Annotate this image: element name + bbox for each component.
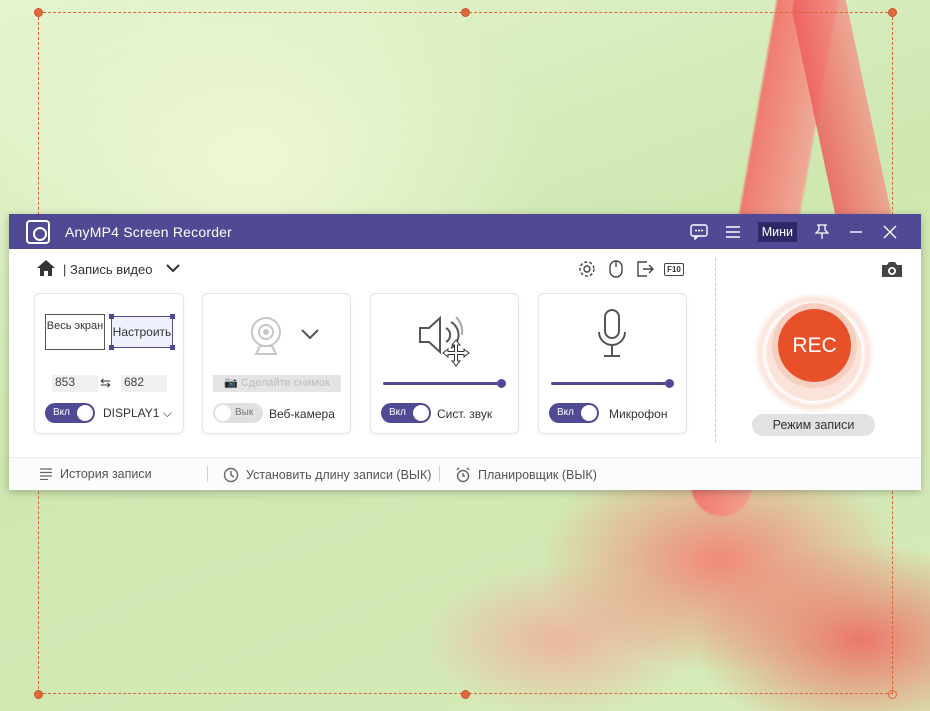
record-length-button[interactable]: Установить длину записи (ВЫК) — [223, 467, 431, 483]
region-handle-bottom-left[interactable] — [34, 690, 43, 699]
custom-region-option[interactable]: Настроить — [109, 314, 175, 350]
chevron-down-icon: ⌵ — [162, 406, 172, 420]
system-volume-slider[interactable] — [383, 379, 506, 388]
pin-icon[interactable] — [805, 214, 839, 249]
display-select[interactable]: DISPLAY1 ⌵ — [103, 406, 172, 421]
settings-gear-icon[interactable] — [577, 259, 597, 279]
alarm-clock-icon — [456, 467, 470, 483]
mode-toolbar: | Запись видео F10 — [9, 249, 715, 289]
system-volume-thumb[interactable] — [497, 379, 506, 388]
close-icon[interactable] — [873, 214, 907, 249]
webcam-label: Веб-камера — [269, 407, 335, 421]
mini-mode-button[interactable]: Мини — [757, 221, 797, 242]
minimize-icon[interactable] — [839, 214, 873, 249]
chevron-down-icon[interactable] — [301, 328, 319, 340]
mic-volume-thumb[interactable] — [665, 379, 674, 388]
list-icon — [40, 468, 52, 480]
region-handle-top-center[interactable] — [461, 8, 470, 17]
recording-mode-label[interactable]: | Запись видео — [63, 262, 152, 277]
chevron-down-icon[interactable] — [165, 260, 181, 276]
camera-small-icon: 📷 — [224, 377, 238, 389]
webcam-icon — [251, 317, 281, 355]
snapshot-label: Сделайте снимок — [240, 377, 330, 389]
bottom-bar: История записи Установить длину записи (… — [9, 457, 921, 490]
region-handle-bottom-center[interactable] — [461, 690, 470, 699]
record-length-label: Установить длину записи (ВЫК) — [246, 468, 432, 482]
menu-icon[interactable] — [716, 214, 750, 249]
webcam-toggle[interactable]: Вык — [213, 403, 263, 423]
history-button[interactable]: История записи — [39, 467, 152, 481]
scheduler-label: Планировщик (ВЫК) — [478, 468, 597, 482]
hotkey-f10-icon[interactable]: F10 — [664, 259, 684, 279]
width-input[interactable]: 853 — [52, 375, 98, 392]
region-handle-top-right[interactable] — [888, 8, 897, 17]
feedback-icon[interactable] — [682, 214, 716, 249]
mouse-icon[interactable] — [606, 259, 626, 279]
microphone-icon — [598, 309, 626, 357]
move-cursor-icon — [442, 339, 470, 367]
export-icon[interactable] — [635, 259, 655, 279]
webcam-card: 📷 Сделайте снимок Вык Веб-камера — [202, 293, 351, 434]
display-select-value: DISPLAY1 — [103, 406, 160, 420]
clock-icon — [223, 467, 239, 483]
custom-region-label: Настроить — [112, 325, 172, 339]
fullscreen-option[interactable]: Весь экран — [45, 314, 105, 350]
snapshot-button: 📷 Сделайте снимок — [213, 375, 341, 392]
app-title: AnyMP4 Screen Recorder — [65, 223, 233, 240]
history-label: История записи — [60, 467, 152, 481]
microphone-card: Вкл Микрофон — [538, 293, 687, 434]
separator — [439, 466, 440, 482]
home-icon[interactable] — [36, 259, 56, 277]
display-toggle[interactable]: Вкл — [45, 403, 95, 423]
region-handle-bottom-right[interactable] — [888, 690, 897, 699]
system-sound-label: Сист. звук — [437, 407, 493, 421]
mic-toggle[interactable]: Вкл — [549, 403, 599, 423]
height-input[interactable]: 682 — [121, 375, 167, 392]
display-card: Весь экран Настроить 853 ⇆ 682 Вкл DISPL… — [34, 293, 184, 434]
mic-volume-slider[interactable] — [551, 379, 674, 388]
rec-button[interactable]: REC — [778, 309, 851, 382]
mic-label: Микрофон — [609, 407, 668, 421]
separator — [207, 466, 208, 482]
system-sound-toggle[interactable]: Вкл — [381, 403, 431, 423]
recording-mode-button[interactable]: Режим записи — [752, 414, 875, 436]
scheduler-button[interactable]: Планировщик (ВЫК) — [455, 467, 597, 483]
screenshot-camera-icon[interactable] — [881, 260, 903, 278]
link-ratio-icon[interactable]: ⇆ — [100, 375, 111, 391]
divider — [715, 258, 716, 442]
title-bar: AnyMP4 Screen Recorder Мини — [9, 214, 921, 249]
rec-halo: REC — [753, 292, 875, 414]
app-logo-icon — [26, 219, 50, 244]
region-handle-top-left[interactable] — [34, 8, 43, 17]
